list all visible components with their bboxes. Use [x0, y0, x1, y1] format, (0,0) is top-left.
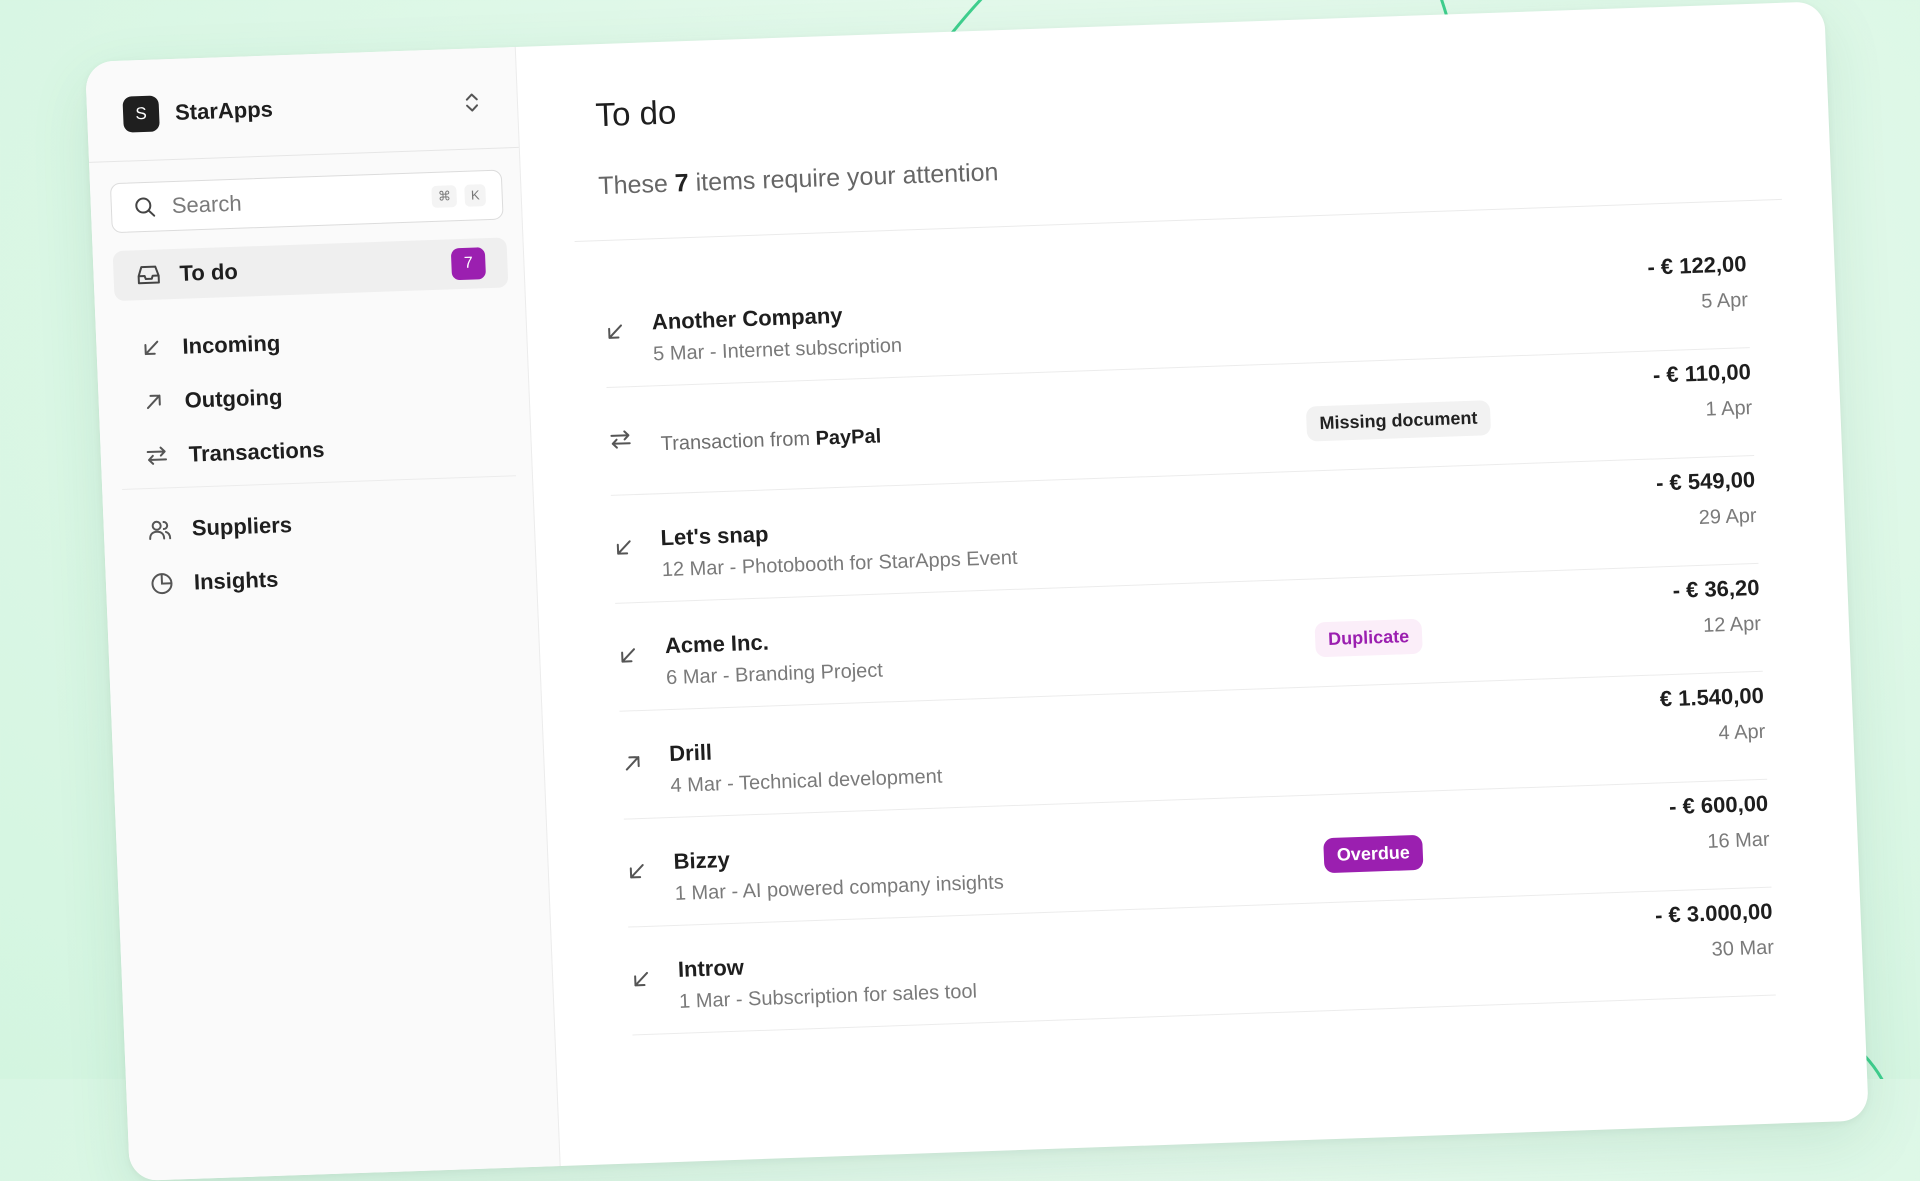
workspace-switcher[interactable]: S StarApps [122, 82, 481, 134]
sidebar-item-label: Outgoing [184, 384, 283, 413]
item-amount: € 1.540,00 [1659, 682, 1765, 712]
item-amount: - € 122,00 [1646, 251, 1747, 280]
sidebar-item-incoming[interactable]: Incoming [140, 323, 281, 368]
duplicate-tag[interactable]: Duplicate [1314, 618, 1423, 658]
item-amount: - € 3.000,00 [1654, 898, 1773, 928]
subtitle-pre: These [597, 169, 669, 201]
arrow-up-right-icon [146, 394, 161, 410]
overdue-tag[interactable]: Overdue [1323, 834, 1424, 874]
item-name: Drill [668, 739, 713, 767]
item-due-date: 12 Apr [1702, 612, 1762, 637]
item-name: Acme Inc. [664, 629, 770, 659]
arrows-swap-icon [610, 430, 631, 449]
sidebar: S StarApps Search ⌘ K To do 7 Incoming O… [85, 46, 561, 1181]
arrow-down-left-icon [621, 648, 636, 663]
item-name: Bizzy [673, 846, 731, 874]
page-title: To do [594, 93, 677, 134]
item-amount: - € 549,00 [1655, 466, 1756, 496]
shortcut-cmd: ⌘ [431, 185, 458, 208]
subtitle-post: items require your attention [695, 158, 999, 197]
item-description: 12 Mar - Photobooth for StarApps Event [661, 546, 1018, 582]
chevron-up-down-icon[interactable] [463, 91, 482, 114]
sidebar-divider [89, 146, 519, 163]
item-transaction-text: Transaction from PayPal [660, 425, 881, 456]
arrow-down-left-icon [634, 971, 649, 987]
sidebar-item-label: Transactions [188, 436, 325, 467]
item-due-date: 29 Apr [1698, 504, 1758, 529]
item-amount: - € 600,00 [1668, 790, 1769, 820]
search-input[interactable]: Search ⌘ K [109, 169, 504, 234]
sidebar-item-label: Incoming [181, 330, 281, 359]
sidebar-item-label: Suppliers [191, 512, 293, 541]
item-name: Another Company [651, 302, 843, 335]
item-amount: - € 36,20 [1672, 574, 1760, 603]
shortcut-key: K [464, 184, 487, 207]
todo-count-badge: 7 [450, 247, 487, 281]
app-window: S StarApps Search ⌘ K To do 7 Incoming O… [85, 1, 1869, 1181]
main-content: To do These 7 items require your attenti… [515, 1, 1869, 1166]
item-description: 4 Mar - Technical development [670, 765, 943, 797]
users-icon [149, 520, 172, 541]
arrows-swap-icon [146, 446, 168, 465]
sidebar-divider [122, 475, 516, 490]
item-due-date: 16 Mar [1706, 828, 1771, 853]
sidebar-item-suppliers[interactable]: Suppliers [147, 505, 293, 550]
item-description: 1 Mar - Subscription for sales tool [678, 980, 978, 1013]
item-description: 5 Mar - Internet subscription [652, 334, 903, 366]
transaction-prefix: Transaction from [660, 427, 811, 456]
arrow-up-right-icon [625, 756, 640, 771]
subtitle-count: 7 [674, 169, 690, 198]
item-due-date: 5 Apr [1700, 289, 1749, 313]
item-description: 6 Mar - Branding Project [665, 659, 884, 690]
search-icon [135, 197, 156, 217]
arrow-down-left-icon [608, 324, 623, 339]
inbox-icon [137, 265, 160, 285]
page-subtitle: These 7 items require your attention [598, 158, 999, 201]
item-due-date: 1 Apr [1705, 397, 1753, 421]
item-description: 1 Mar - AI powered company insights [674, 871, 1005, 905]
item-name: Introw [677, 954, 745, 982]
sidebar-item-label: To do [179, 258, 239, 286]
workspace-name: StarApps [174, 96, 274, 125]
missing-document-tag[interactable]: Missing document [1305, 400, 1492, 442]
sidebar-item-transactions[interactable]: Transactions [144, 430, 325, 476]
sidebar-item-insights[interactable]: Insights [149, 560, 279, 604]
header-divider [574, 198, 1782, 243]
transaction-counterparty: PayPal [815, 425, 882, 450]
workspace-avatar: S [122, 95, 160, 133]
item-due-date: 30 Mar [1711, 936, 1775, 961]
item-name: Let's snap [660, 521, 769, 551]
search-placeholder: Search [171, 190, 243, 219]
arrow-down-left-icon [616, 540, 631, 555]
arrow-down-left-icon [144, 340, 159, 356]
sidebar-item-outgoing[interactable]: Outgoing [142, 377, 283, 422]
search-shortcut: ⌘ K [431, 184, 487, 208]
sidebar-item-todo[interactable]: To do 7 [112, 237, 509, 302]
item-amount: - € 110,00 [1652, 359, 1752, 388]
item-due-date: 4 Apr [1718, 720, 1766, 745]
pie-chart-icon [151, 573, 173, 595]
arrow-down-left-icon [629, 864, 644, 879]
sidebar-item-label: Insights [193, 566, 279, 595]
